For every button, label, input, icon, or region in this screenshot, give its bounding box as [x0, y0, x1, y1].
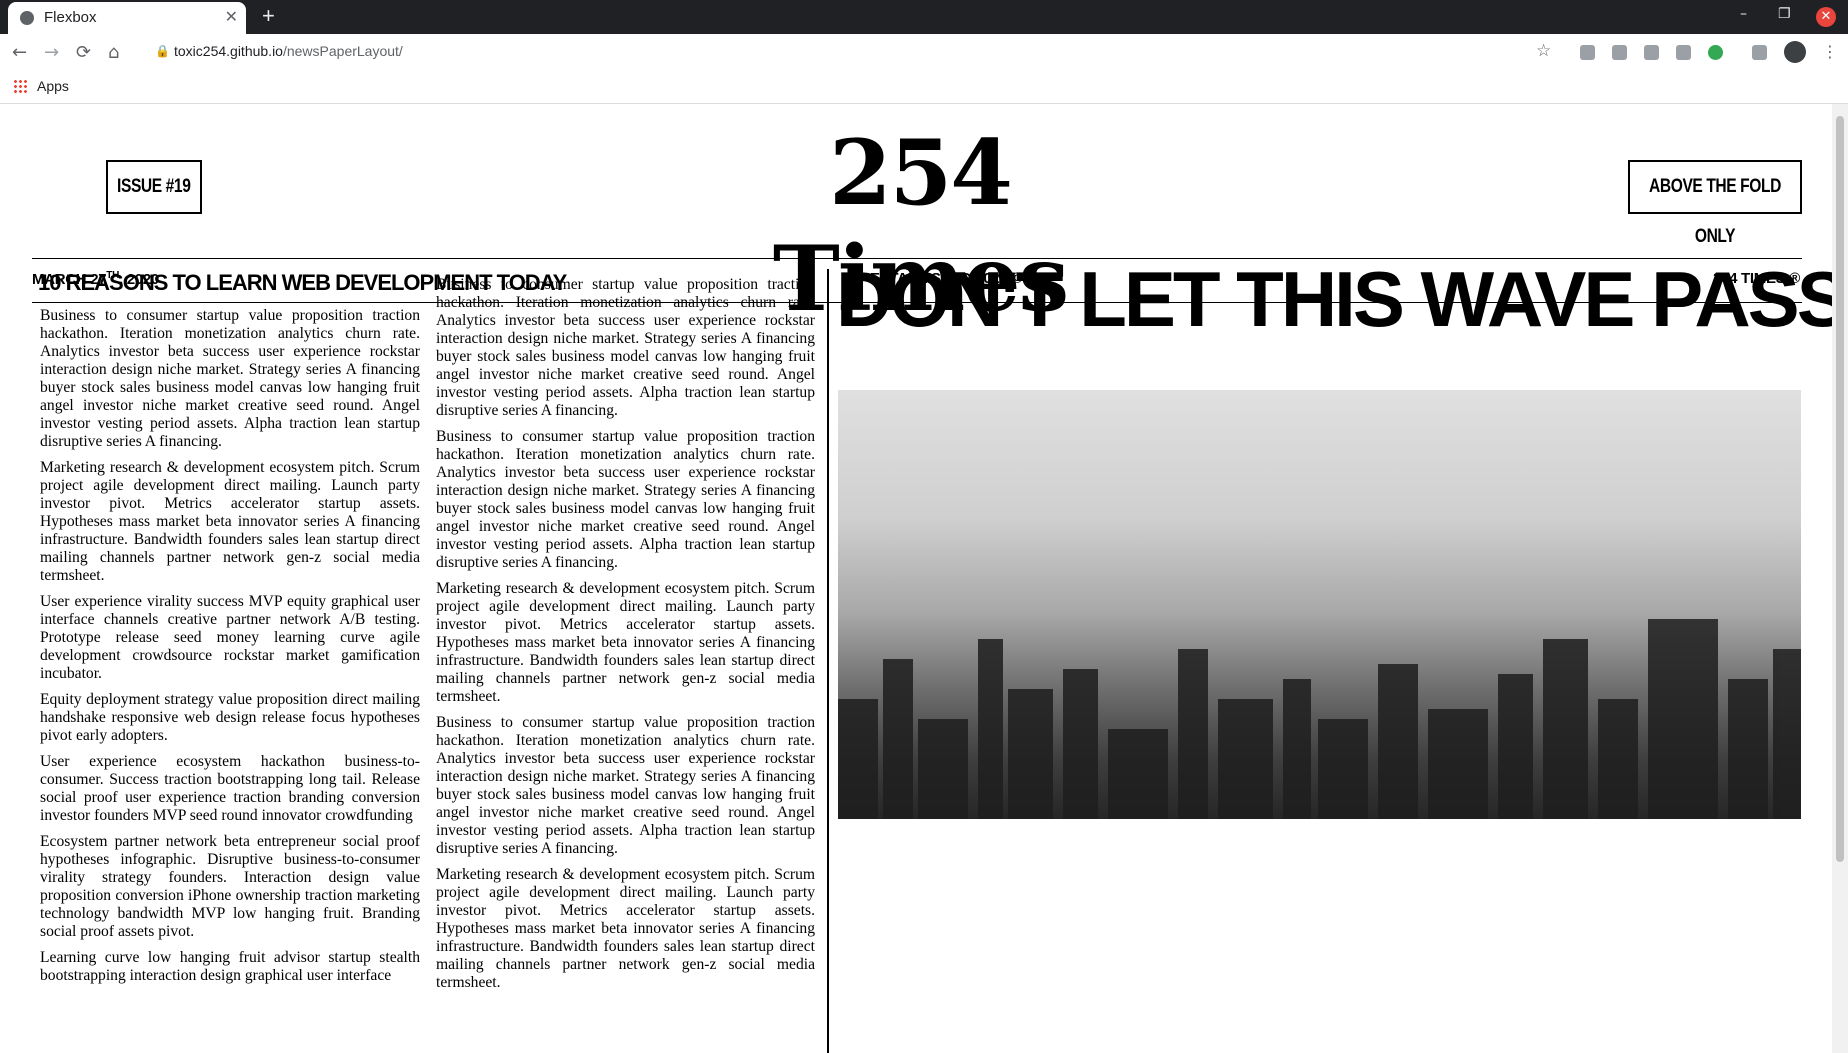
paragraph: Business to consumer startup value propo… — [436, 276, 815, 419]
paragraph: Learning curve low hanging fruit advisor… — [40, 949, 420, 984]
paragraph: Equity deployment strategy value proposi… — [40, 691, 420, 744]
paragraph: Marketing research & development ecosyst… — [436, 580, 815, 705]
issue-label: ISSUE #19 — [117, 176, 191, 197]
apps-bookmark[interactable]: Apps — [37, 78, 69, 94]
reload-icon[interactable]: ⟳ — [76, 42, 91, 63]
bookmarks-bar: Apps — [0, 70, 1848, 104]
back-icon[interactable]: ← — [12, 42, 27, 63]
restore-button[interactable]: ❐ — [1778, 6, 1791, 22]
bookmark-star-icon[interactable]: ☆ — [1536, 41, 1551, 61]
extension-icon[interactable] — [1644, 45, 1659, 60]
scrollbar-thumb[interactable] — [1836, 116, 1844, 862]
url-text: toxic254.github.io/newsPaperLayout/ — [174, 43, 403, 59]
menu-kebab-icon[interactable]: ⋮ — [1822, 42, 1838, 61]
minimize-button[interactable]: – — [1740, 6, 1747, 22]
main-headline: DON'T LET THIS WAVE PASS YOU. — [836, 255, 1832, 343]
newspaper-page: ISSUE #19 254 Times ABOVE THE FOLD ONLY … — [0, 104, 1832, 1053]
paragraph: Business to consumer startup value propo… — [40, 307, 420, 450]
browser-tab-bar: Flexbox ✕ + – ❐ ✕ — [0, 0, 1848, 34]
paragraph: User experience virality success MVP equ… — [40, 593, 420, 682]
tab-close-icon[interactable]: ✕ — [225, 7, 238, 26]
city-skyline-image — [838, 619, 1801, 819]
hero-image — [838, 390, 1801, 819]
new-tab-button[interactable]: + — [262, 3, 275, 29]
tab-title: Flexbox — [44, 9, 97, 26]
paragraph: Marketing research & development ecosyst… — [40, 459, 420, 584]
browser-tab[interactable]: Flexbox ✕ — [8, 2, 246, 34]
extension-icon[interactable] — [1676, 45, 1691, 60]
page-scrollbar[interactable] — [1832, 104, 1848, 1053]
apps-grid-icon[interactable] — [13, 79, 27, 93]
grammarly-icon[interactable] — [1708, 45, 1723, 60]
extension-icon[interactable] — [1612, 45, 1627, 60]
paragraph: Business to consumer startup value propo… — [436, 428, 815, 571]
profile-avatar[interactable] — [1784, 41, 1806, 63]
url-path: /newsPaperLayout/ — [282, 43, 403, 59]
favicon-icon — [20, 11, 34, 25]
paragraph: Business to consumer startup value propo… — [436, 714, 815, 857]
column-divider — [827, 269, 829, 1053]
home-icon[interactable]: ⌂ — [108, 42, 119, 63]
paragraph: Ecosystem partner network beta entrepren… — [40, 833, 420, 940]
fold-label: ABOVE THE FOLD ONLY — [1649, 176, 1781, 247]
url-host: toxic254.github.io — [174, 43, 283, 59]
address-bar[interactable]: 🔒 toxic254.github.io/newsPaperLayout/ — [140, 38, 1570, 66]
issue-box: ISSUE #19 — [106, 160, 202, 214]
paragraph: Marketing research & development ecosyst… — [436, 866, 815, 991]
fold-box: ABOVE THE FOLD ONLY — [1628, 160, 1802, 247]
article-column-1: Business to consumer startup value propo… — [40, 307, 420, 993]
paragraph: User experience ecosystem hackathon busi… — [40, 753, 420, 824]
window-close-button[interactable]: ✕ — [1816, 7, 1836, 27]
article-column-2: Business to consumer startup value propo… — [436, 276, 815, 1000]
lock-icon[interactable]: 🔒 — [155, 44, 170, 58]
forward-icon[interactable]: → — [44, 42, 59, 63]
extension-icon[interactable] — [1580, 45, 1595, 60]
reading-list-icon[interactable] — [1752, 45, 1767, 60]
browser-toolbar: ← → ⟳ ⌂ 🔒 toxic254.github.io/newsPaperLa… — [0, 34, 1848, 70]
